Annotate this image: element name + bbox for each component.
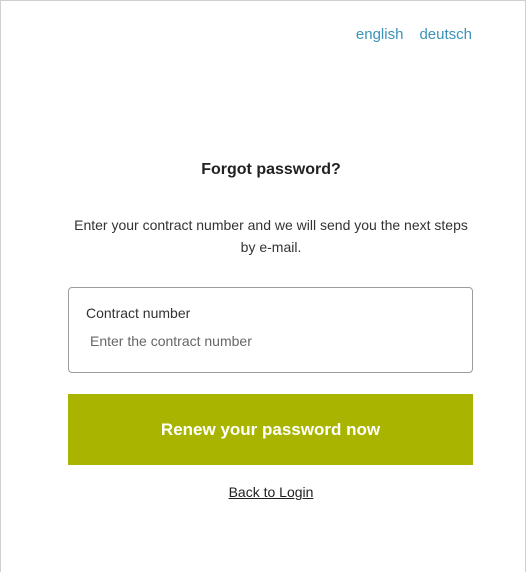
renew-password-button[interactable]: Renew your password now <box>68 394 473 465</box>
contract-number-input[interactable] <box>90 329 450 353</box>
instructions-text: Enter your contract number and we will s… <box>74 217 468 255</box>
page-title: Forgot password? <box>201 161 341 178</box>
back-to-login: Back to Login <box>1 484 526 500</box>
contract-number-field[interactable]: Contract number <box>68 287 473 373</box>
language-link-english[interactable]: english <box>356 26 404 43</box>
back-to-login-link[interactable]: Back to Login <box>229 484 314 500</box>
language-link-deutsch[interactable]: deutsch <box>419 26 472 43</box>
page-frame: english deutsch Forgot password? Enter y… <box>0 0 526 572</box>
language-switcher: english deutsch <box>356 26 472 43</box>
contract-number-label: Contract number <box>86 305 191 321</box>
